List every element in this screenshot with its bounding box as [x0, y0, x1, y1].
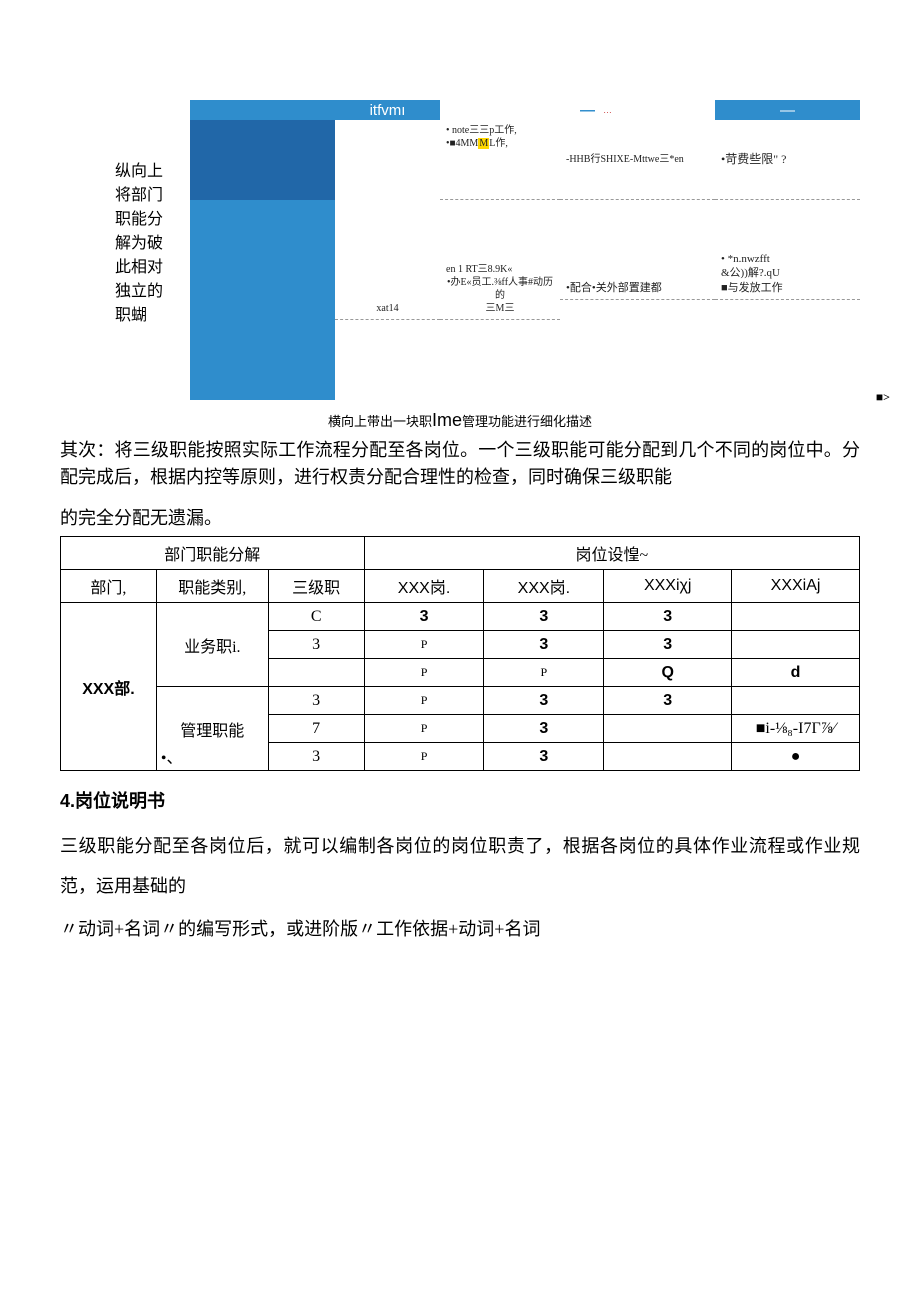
- cell-e2: • *n.nwzfft &公))解?.qU ■与发放工作: [715, 200, 860, 300]
- cell-d1: -HHB行SHIXE-Mttwe三*en: [560, 120, 715, 200]
- cell: [604, 743, 732, 771]
- cell: 7: [268, 715, 364, 743]
- cell: 3: [604, 687, 732, 715]
- cell-dept: XXX部.: [61, 603, 157, 771]
- cell: P: [484, 659, 604, 687]
- cell: ■i-⅛₈-I7Γ⅞⁄: [732, 715, 860, 743]
- th-pos1: XXX岗.: [364, 570, 484, 603]
- cell: P: [364, 743, 484, 771]
- cell: ●: [732, 743, 860, 771]
- cell: 3: [364, 603, 484, 631]
- cell-e2-l2: &公))解?.qU: [721, 266, 854, 280]
- cell-c2-l2: •办E«员工.⅜ff人事#动历的: [446, 276, 554, 302]
- cell-c1-line1: • note三三p工作,: [446, 124, 554, 137]
- cell: [604, 715, 732, 743]
- cell: 3: [268, 743, 364, 771]
- cell: P: [364, 659, 484, 687]
- diagram-header-d-dash: —: [580, 102, 595, 119]
- cell-b1: [335, 120, 440, 200]
- cell: 3: [484, 743, 604, 771]
- diagram-caption: 横向上带出一块职Ime管理功能进行细化描述: [60, 410, 860, 431]
- cell-b2: xat14: [335, 200, 440, 320]
- cell-e2-l3: ■与发放工作: [721, 281, 854, 295]
- cell: Q: [604, 659, 732, 687]
- cell: 3: [268, 631, 364, 659]
- cell-d3: [560, 300, 715, 320]
- th-level3: 三级职: [268, 570, 364, 603]
- diagram-header-d: — …: [560, 100, 715, 120]
- table-row: XXX部. 业务职i. C 3 3 3: [61, 603, 860, 631]
- cell: [268, 659, 364, 687]
- th-category: 职能类别,: [156, 570, 268, 603]
- paragraph-4: 〃动词+名词〃的编写形式，或进阶版〃工作依据+动词+名词: [60, 910, 860, 950]
- diagram-header-c: [440, 100, 560, 120]
- cell: [732, 603, 860, 631]
- cell: P: [364, 715, 484, 743]
- cell-c1: • note三三p工作, •■4MMML作,: [440, 120, 560, 200]
- cell-c1-post: L作,: [489, 138, 508, 149]
- diagram-grid: itfvmı — … — • note三三p工作, •■4MMML作, -HHB…: [190, 100, 860, 400]
- caption-pre: 横向上带出一块职: [328, 414, 432, 429]
- cell-c1-mark: M: [478, 138, 489, 149]
- paragraph-1: 其次：将三级职能按照实际工作流程分配至各岗位。一个三级职能可能分配到几个不同的岗…: [60, 437, 860, 491]
- diagram-header-e: —: [715, 100, 860, 120]
- cell-a2: [190, 200, 335, 320]
- section-4-title: 4.岗位说明书: [60, 787, 860, 813]
- th-group-decompose: 部门职能分解: [61, 537, 365, 570]
- cell-c1-pre: •■4MM: [446, 138, 478, 149]
- paragraph-3: 三级职能分配至各岗位后，就可以编制各岗位的岗位职责了，根据各岗位的具体作业流程或…: [60, 827, 860, 906]
- cell: 3: [484, 687, 604, 715]
- cat-mgmt-label: 管理职能: [180, 723, 244, 740]
- cell: d: [732, 659, 860, 687]
- cell-c2-l1: en 1 RT三8.9K«: [446, 263, 554, 276]
- th-pos2: XXX岗.: [484, 570, 604, 603]
- cell: [732, 631, 860, 659]
- diagram-header-b: itfvmı: [335, 100, 440, 120]
- cell: P: [364, 631, 484, 659]
- cell-c2: en 1 RT三8.9K« •办E«员工.⅜ff人事#动历的 三M三: [440, 200, 560, 320]
- cell: 3: [604, 631, 732, 659]
- cell: 3: [604, 603, 732, 631]
- cell: 3: [484, 603, 604, 631]
- cell: 3: [484, 631, 604, 659]
- arrow-right-icon: ■>: [876, 390, 890, 405]
- th-pos3: XXXiχj: [604, 570, 732, 603]
- paragraph-2: 的完全分配无遗漏。: [60, 505, 860, 532]
- diagram-header-d-dots: …: [603, 105, 612, 115]
- position-allocation-table: 部门职能分解 岗位设惶~ 部门, 职能类别, 三级职 XXX岗. XXX岗. X…: [60, 536, 860, 771]
- cell-e2-l1: • *n.nwzfft: [721, 252, 854, 266]
- cell-a3: [190, 320, 335, 400]
- cell: 3: [268, 687, 364, 715]
- cell: 3: [484, 715, 604, 743]
- th-group-position: 岗位设惶~: [364, 537, 859, 570]
- caption-post: 管理功能进行细化描述: [462, 414, 592, 429]
- cell: P: [364, 687, 484, 715]
- function-decomposition-diagram: 纵向上将部门职能分解为破此相对独立的职蝴 itfvmı — … — • note…: [120, 100, 860, 400]
- cell-a1: [190, 120, 335, 200]
- cell: C: [268, 603, 364, 631]
- cell-cat-mgmt: 管理职能 •、: [156, 687, 268, 771]
- table-row: 管理职能 •、 3 P 3 3: [61, 687, 860, 715]
- cell-c1-line2: •■4MMML作,: [446, 137, 554, 150]
- cell-c2-l3: 三M三: [446, 302, 554, 315]
- diagram-side-label: 纵向上将部门职能分解为破此相对独立的职蝴: [115, 160, 175, 328]
- cell-e1: •苛费些限" ?: [715, 120, 860, 200]
- th-pos4: XXXiAj: [732, 570, 860, 603]
- cell: [732, 687, 860, 715]
- cat-mgmt-sub: •、: [161, 744, 183, 768]
- diagram-header-empty-a: [190, 100, 335, 120]
- cell-cat-biz: 业务职i.: [156, 603, 268, 687]
- caption-mid: Ime: [432, 410, 462, 430]
- th-dept: 部门,: [61, 570, 157, 603]
- cell-d2: •配合•关外部置建都: [560, 200, 715, 300]
